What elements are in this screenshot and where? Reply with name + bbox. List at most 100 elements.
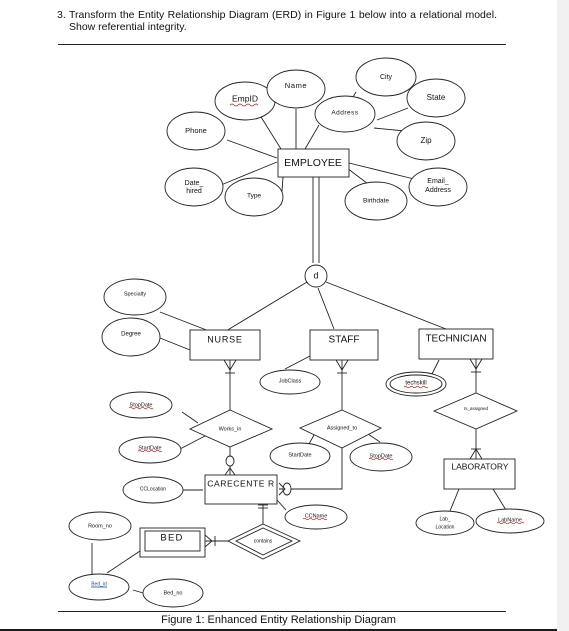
- entity-label: TECHNICIAN: [425, 334, 486, 345]
- attribute-cclocation: CCLocation: [122, 476, 184, 504]
- attribute-label: State: [427, 93, 446, 102]
- attribute-zip: Zip: [396, 121, 456, 161]
- attribute-email-address: Email_ Address: [408, 167, 468, 207]
- figure-caption: Figure 1: Enhanced Entity Relationship D…: [161, 614, 396, 626]
- line-state: [376, 107, 409, 121]
- line-staff-startdate: [308, 434, 315, 445]
- attribute-label: Type: [247, 193, 261, 200]
- entity-label: EMPLOYEE: [284, 157, 342, 169]
- entity-nurse: NURSE: [189, 329, 261, 361]
- line-staff-stopdate: [367, 433, 381, 443]
- window-margin: [557, 0, 569, 631]
- line-d-technician: [325, 281, 447, 330]
- document-page: 3. Transform the Entity Relationship Dia…: [0, 0, 559, 631]
- entity-label: STAFF: [329, 335, 360, 346]
- disjoint-specialization-circle: d: [304, 264, 328, 288]
- line-empid: [260, 116, 282, 150]
- attribute-ccname: CCName: [284, 504, 348, 530]
- attribute-specialty: Specialty: [103, 278, 167, 316]
- attribute-nurse-startdate: StartDate: [118, 436, 182, 464]
- relationship-works-in: Works_in: [188, 409, 274, 448]
- attribute-label-line1: Date_: [185, 180, 204, 187]
- attribute-label: Bed_id: [91, 581, 107, 587]
- attribute-empid: EmpID: [214, 81, 276, 121]
- attribute-label: Birthdate: [363, 198, 389, 205]
- attribute-label: City: [380, 74, 393, 81]
- attribute-label: Degree: [121, 332, 141, 338]
- relationship-label: Assigned_to: [327, 425, 357, 431]
- entity-label: BED: [160, 533, 183, 544]
- attribute-jobclass: JobClass: [259, 369, 321, 395]
- bottom-rule: [58, 611, 506, 612]
- attribute-label: Name: [285, 81, 307, 90]
- attribute-label: techskill: [405, 381, 426, 387]
- identifying-relationship-contains: contains: [226, 523, 302, 560]
- relationship-label: contains: [254, 538, 273, 544]
- attribute-label: Phone: [185, 126, 207, 135]
- line-bed-no: [132, 589, 144, 594]
- line-degree: [159, 337, 191, 351]
- line-d-staff: [317, 287, 335, 330]
- attribute-city: City: [355, 57, 417, 97]
- entity-technician: TECHNICIAN: [418, 328, 494, 360]
- attribute-label: StartDate: [288, 452, 311, 458]
- optional-circle-assigned: [282, 482, 292, 496]
- attribute-label: EmpID: [232, 93, 258, 103]
- attribute-label: CCLocation: [140, 486, 166, 492]
- attribute-label-line2: hired: [186, 188, 202, 195]
- weak-entity-bed: BED: [139, 527, 206, 558]
- line-nurse-stopdate: [181, 411, 199, 424]
- attribute-bed-id-key: Bed_id: [68, 573, 130, 601]
- line-address: [304, 124, 320, 150]
- attribute-lab-location: Lab_ Location: [415, 510, 475, 536]
- attribute-label: Zip: [420, 136, 432, 145]
- attribute-label: Address: [331, 110, 359, 117]
- attribute-labname: LabName: [475, 508, 545, 534]
- entity-carecenter: CARECENTE R: [204, 474, 278, 505]
- attribute-nurse-stopdate: StopDate: [109, 391, 173, 419]
- attribute-label-line2: Address: [425, 187, 451, 194]
- disjoint-symbol: d: [313, 270, 318, 280]
- attribute-label-line1: Lab_: [439, 516, 450, 522]
- attribute-room-no: Room_no: [68, 511, 132, 541]
- line-zip: [373, 127, 406, 132]
- multivalued-attribute-techskill: techskill: [385, 371, 447, 397]
- entity-laboratory: LABORATORY: [443, 458, 516, 490]
- attribute-name: Name: [266, 69, 326, 109]
- line-labname: [492, 488, 507, 511]
- line-phone: [226, 139, 278, 159]
- attribute-label: JobClass: [279, 378, 302, 384]
- attribute-label-line1: Email_: [427, 178, 449, 185]
- relationship-is-assigned: Is_assigned: [432, 392, 519, 430]
- erd-diagram: EMPLOYEE NURSE STAFF TECHNICIAN CARECENT…: [68, 57, 545, 608]
- attribute-label: Room_no: [88, 523, 112, 529]
- attribute-label: Specialty: [124, 291, 147, 297]
- line-nurse-startdate: [179, 435, 206, 450]
- attribute-date-hired: Date_ hired: [164, 167, 224, 207]
- line-bed-id: [106, 550, 141, 574]
- attribute-staff-stopdate: StopDate: [349, 442, 413, 472]
- line-d-nurse: [225, 281, 308, 332]
- attribute-address-composite: Address: [314, 95, 376, 133]
- relationship-label: Works_in: [219, 426, 242, 432]
- relationship-label: Is_assigned: [464, 406, 489, 411]
- attribute-staff-startdate: StartDate: [269, 442, 331, 470]
- entity-staff: STAFF: [309, 329, 379, 361]
- attribute-degree: Degree: [101, 317, 161, 357]
- entity-label: LABORATORY: [451, 461, 508, 471]
- attribute-state: State: [406, 78, 466, 118]
- attribute-bed-no: Bed_no: [142, 578, 204, 608]
- line-specialty: [159, 311, 210, 332]
- attribute-phone: Phone: [166, 111, 226, 151]
- line-techskill: [431, 359, 440, 375]
- line-lab-location: [449, 488, 460, 512]
- optional-circle-worksin: [225, 455, 235, 467]
- entity-label: CARECENTE R: [207, 478, 275, 488]
- attribute-type: Type: [224, 177, 284, 217]
- entity-employee: EMPLOYEE: [277, 148, 350, 178]
- attribute-birthdate: Birthdate: [344, 181, 408, 221]
- attribute-label: Bed_no: [164, 590, 183, 596]
- entity-label: NURSE: [207, 334, 243, 344]
- line-jobclass: [284, 355, 311, 370]
- relationship-assigned-to: Assigned_to: [298, 409, 383, 449]
